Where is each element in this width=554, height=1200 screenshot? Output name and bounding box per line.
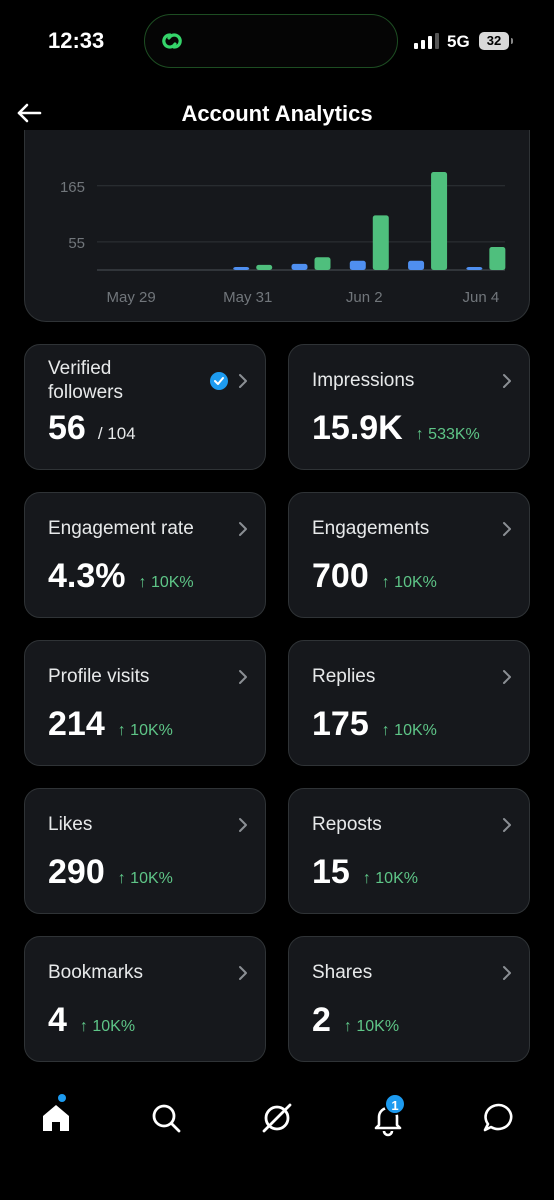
stat-label: Bookmarks: [48, 962, 144, 983]
stat-value: 4: [48, 1001, 67, 1039]
stat-value-row: 2 ↑ 10K%: [312, 1001, 399, 1040]
bar-blue-jun-2: [349, 260, 366, 270]
bar-green-jun-1: [314, 257, 331, 270]
notifications-badge: 1: [384, 1093, 406, 1115]
chevron-right-icon: [503, 374, 511, 388]
stat-value: 15.9K: [312, 409, 403, 447]
stat-card-impressions[interactable]: Impressions 15.9K ↑ 533K%: [288, 344, 530, 470]
stat-delta: ↑ 10K%: [381, 722, 437, 739]
stat-delta: ↑ 10K%: [117, 722, 173, 739]
network-type: 5G: [447, 32, 470, 51]
stat-delta: ↑ 10K%: [117, 870, 173, 887]
stat-value: 15: [312, 853, 350, 891]
stat-label: Shares: [312, 962, 373, 983]
stat-value-row: 700 ↑ 10K%: [312, 557, 437, 596]
stat-delta: ↑ 10K%: [343, 1018, 400, 1035]
x-tick-label: Jun 2: [346, 289, 383, 306]
dynamic-island[interactable]: [144, 14, 398, 68]
nav-messages[interactable]: [479, 1098, 519, 1138]
bar-blue-jun-4: [466, 267, 483, 270]
grok-icon: [262, 1103, 292, 1133]
bar-green-may-31: [256, 264, 273, 270]
stat-value: 56: [48, 409, 86, 447]
bar-chart: 165 55 May 29 May 31 Jun 2 Jun 4: [60, 171, 506, 306]
chevron-right-icon: [239, 966, 247, 980]
bar-blue-jun-3: [408, 260, 425, 270]
y-tick-label: 55: [68, 235, 85, 252]
nav-search[interactable]: [146, 1098, 186, 1138]
stat-value-row: 175 ↑ 10K%: [312, 705, 437, 744]
stat-card-replies[interactable]: Replies 175 ↑ 10K%: [288, 640, 530, 766]
stat-value: 290: [48, 853, 105, 891]
bar-green-jun-4: [489, 247, 506, 270]
chat-bubble-icon: [483, 1103, 513, 1132]
signal-icon: [414, 33, 439, 49]
stat-total: / 104: [97, 424, 136, 443]
stat-card-likes[interactable]: Likes 290 ↑ 10K%: [24, 788, 266, 914]
stat-card-engagements[interactable]: Engagements 700 ↑ 10K%: [288, 492, 530, 618]
page-title: Account Analytics: [181, 101, 373, 126]
stat-card-profile-visits[interactable]: Profile visits 214 ↑ 10K%: [24, 640, 266, 766]
chevron-right-icon: [239, 522, 247, 536]
bar-blue-jun-1: [291, 263, 308, 270]
stat-label: Engagements: [312, 518, 430, 539]
stat-label: Verified followers: [48, 358, 123, 403]
analytics-chart: 165 55 May 29 May 31 Jun 2 Jun 4: [24, 130, 530, 322]
stat-delta: ↑ 10K%: [381, 574, 437, 591]
stat-card-engagement-rate[interactable]: Engagement rate 4.3% ↑ 10K%: [24, 492, 266, 618]
stat-value-row: 15 ↑ 10K%: [312, 853, 418, 892]
bar-green-jun-3: [431, 171, 448, 270]
bar-green-jun-2: [372, 215, 389, 270]
stat-value-row: 56 / 104: [48, 409, 136, 448]
battery-icon: 32: [479, 32, 513, 50]
verified-badge-icon: [210, 372, 228, 390]
stat-value-row: 4.3% ↑ 10K%: [48, 557, 194, 596]
nav-grok[interactable]: [257, 1098, 297, 1138]
nav-home[interactable]: [36, 1094, 76, 1138]
stat-label: Reposts: [312, 814, 382, 835]
chevron-right-icon: [503, 818, 511, 832]
stat-value: 700: [312, 557, 369, 595]
stat-value-row: 290 ↑ 10K%: [48, 853, 173, 892]
stat-value: 214: [48, 705, 105, 743]
x-tick-label: May 29: [107, 289, 156, 306]
stat-value-row: 15.9K ↑ 533K%: [312, 409, 480, 448]
stat-label: Engagement rate: [48, 518, 194, 539]
stat-card-shares[interactable]: Shares 2 ↑ 10K%: [288, 936, 530, 1062]
stat-label: Likes: [48, 814, 93, 835]
stat-value: 4.3%: [48, 557, 126, 595]
search-icon: [152, 1104, 181, 1133]
chevron-right-icon: [239, 374, 247, 388]
bar-blue-may-31: [233, 267, 250, 270]
bottom-nav: 1: [0, 1080, 554, 1200]
stat-label: Profile visits: [48, 666, 150, 687]
x-tick-label: May 31: [223, 289, 272, 306]
stat-delta: ↑ 10K%: [79, 1018, 136, 1035]
home-notification-dot: [58, 1094, 66, 1102]
stat-delta: ↑ 10K%: [138, 574, 194, 591]
stat-value-row: 214 ↑ 10K%: [48, 705, 173, 744]
chevron-right-icon: [503, 670, 511, 684]
chevron-right-icon: [503, 966, 511, 980]
chevron-right-icon: [239, 818, 247, 832]
chevron-right-icon: [503, 522, 511, 536]
stat-label: Replies: [312, 666, 376, 687]
status-time: 12:33: [48, 28, 105, 53]
status-bar: 12:33 5G 32: [0, 0, 554, 84]
y-tick-label: 165: [60, 179, 85, 196]
stat-value-row: 4 ↑ 10K%: [48, 1001, 135, 1040]
chevron-right-icon: [239, 670, 247, 684]
stat-delta: ↑ 10K%: [362, 870, 418, 887]
stat-value: 175: [312, 705, 369, 743]
stat-card-bookmarks[interactable]: Bookmarks 4 ↑ 10K%: [24, 936, 266, 1062]
link-icon: [162, 33, 182, 49]
stat-label: Impressions: [312, 370, 415, 391]
stat-value: 2: [312, 1001, 331, 1039]
x-tick-label: Jun 4: [463, 289, 500, 306]
stat-card-verified-followers[interactable]: Verified followers 56 / 104: [24, 344, 266, 470]
stat-delta: ↑ 533K%: [415, 426, 480, 443]
home-icon: [43, 1105, 69, 1131]
nav-notifications[interactable]: 1: [368, 1093, 408, 1138]
stat-card-reposts[interactable]: Reposts 15 ↑ 10K%: [288, 788, 530, 914]
